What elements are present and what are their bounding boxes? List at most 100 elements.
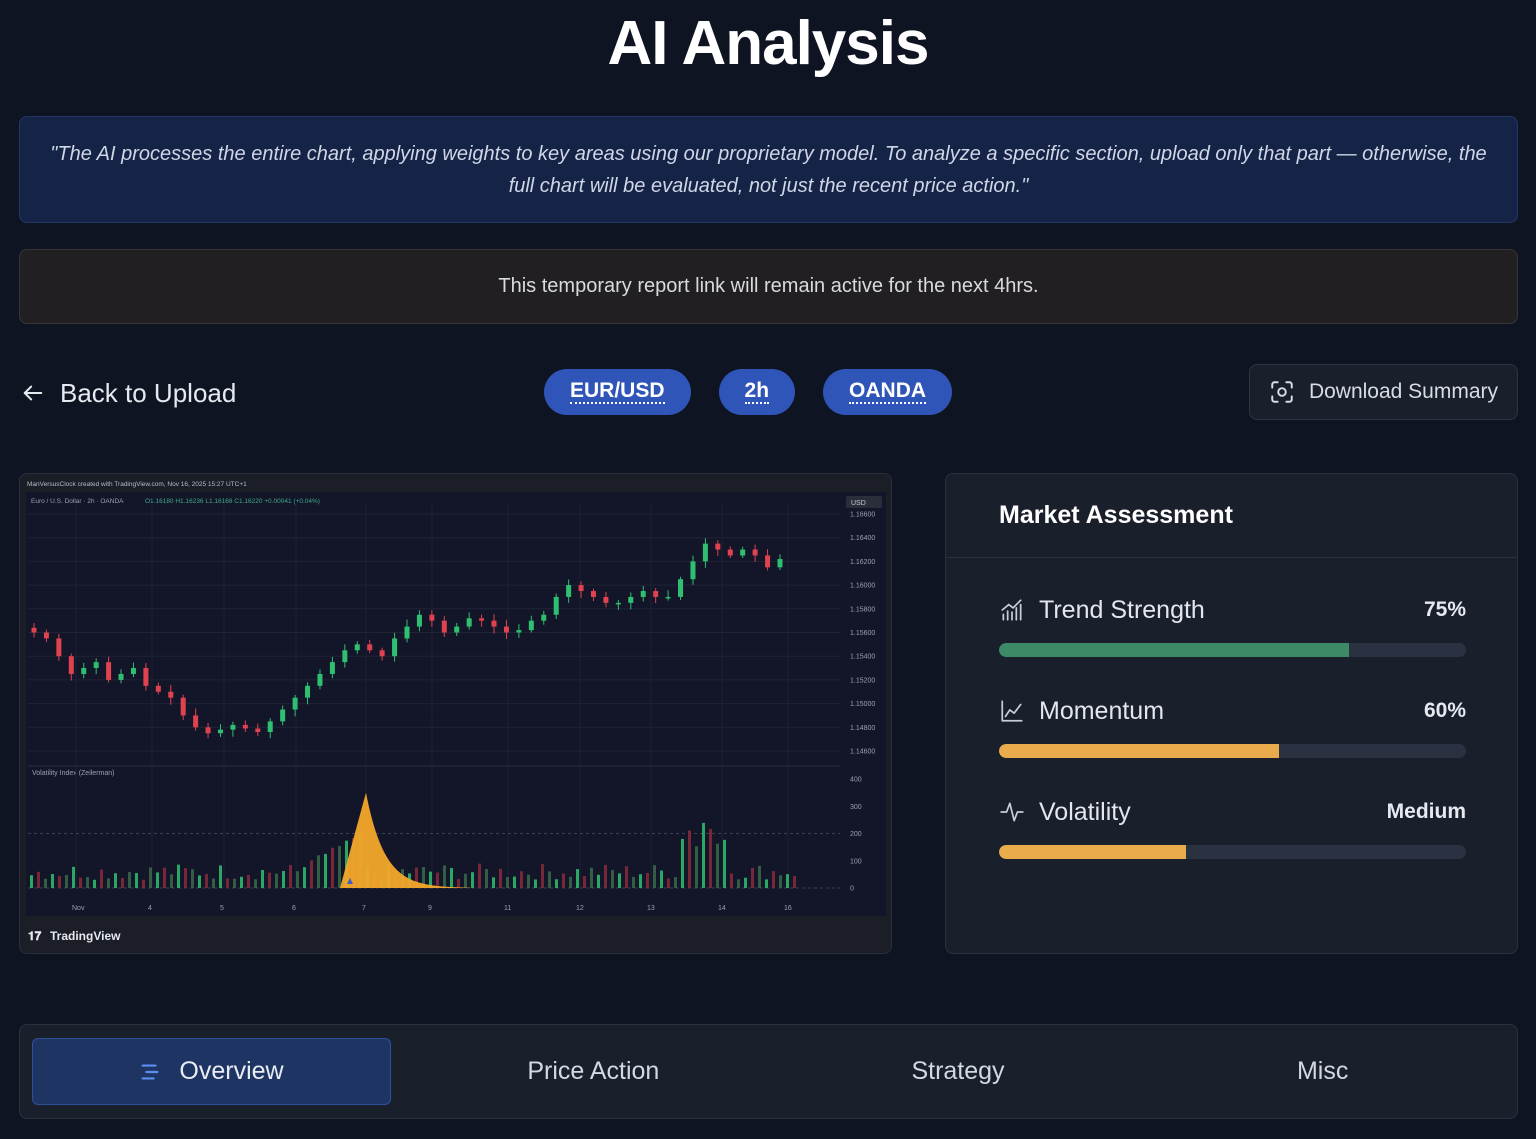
back-to-upload-link[interactable]: Back to Upload — [22, 376, 236, 410]
candle-body — [305, 685, 311, 698]
indicator-bar — [233, 878, 236, 888]
tab-misc[interactable]: Misc — [1140, 1038, 1505, 1105]
expiry-notice-text: This temporary report link will remain a… — [498, 275, 1039, 297]
candle-body — [392, 638, 398, 657]
x-tick-label: 9 — [428, 905, 432, 912]
indicator-bar — [142, 879, 145, 888]
indicator-bar — [779, 875, 782, 888]
indicator-bar — [625, 866, 628, 888]
tab-overview[interactable]: Overview — [32, 1038, 391, 1105]
candle-body — [292, 697, 298, 710]
candle-body — [31, 627, 37, 633]
indicator-bar — [261, 870, 264, 888]
indicator-bar — [611, 870, 614, 888]
price-tick-label: 1.15200 — [850, 677, 875, 684]
indicator-bar — [576, 869, 579, 888]
x-tick-label: Nov — [72, 905, 85, 912]
line-chart-icon — [1001, 700, 1023, 722]
broker-chip[interactable]: OANDA — [823, 369, 953, 415]
indicator-bar — [310, 860, 313, 888]
download-summary-button[interactable]: Download Summary — [1249, 364, 1518, 420]
indicator-bar — [471, 872, 474, 888]
indicator-bar — [268, 872, 271, 888]
indicator-bar — [709, 829, 712, 888]
metric-value: 75% — [1423, 598, 1466, 621]
indicator-bar — [51, 874, 54, 888]
candle-body — [665, 596, 671, 599]
expiry-notice: This temporary report link will remain a… — [19, 249, 1518, 324]
indicator-bar — [688, 830, 691, 888]
indicator-bar — [219, 865, 222, 888]
indicator-label: Volatility Index (Zeilerman) — [32, 770, 114, 777]
price-tick-label: 1.15800 — [850, 606, 875, 613]
tab-strategy-label: Strategy — [911, 1057, 1005, 1085]
indicator-bar — [597, 874, 600, 888]
indicator-bar — [303, 867, 306, 888]
candle-body — [43, 632, 49, 639]
indicator-bar — [702, 822, 705, 888]
indicator-bar — [79, 877, 82, 888]
indicator-bar — [198, 875, 201, 888]
indicator-bar — [191, 869, 194, 888]
candle-body — [93, 662, 99, 669]
bar-chart-icon — [1001, 599, 1022, 621]
indicator-bar — [58, 876, 61, 888]
candle-body — [118, 673, 124, 680]
indicator-bar — [758, 865, 761, 888]
tab-strategy[interactable]: Strategy — [776, 1038, 1141, 1105]
candle-body — [740, 549, 746, 556]
metric-trend-strength: Trend Strength 75% — [999, 595, 1466, 657]
indicator-bar — [751, 867, 754, 888]
indicator-bar — [436, 872, 439, 888]
chart-legend-text: Euro / U.S. Dollar · 2h · OANDA — [31, 498, 124, 505]
symbol-chip[interactable]: EUR/USD — [544, 369, 691, 415]
candle-body — [56, 638, 62, 657]
candle-body — [528, 620, 534, 631]
trend-strength-bar — [999, 643, 1466, 657]
candle-body — [678, 579, 684, 597]
momentum-bar-fill — [999, 744, 1280, 758]
indicator-bar — [72, 866, 75, 888]
price-tick-label: 1.16000 — [850, 583, 875, 590]
candle-body — [466, 618, 472, 627]
candle-body — [541, 614, 547, 621]
indicator-bar — [226, 878, 229, 888]
candle-body — [143, 668, 149, 686]
trend-strength-bar-fill — [999, 643, 1350, 657]
indicator-bar — [100, 869, 103, 888]
timeframe-chip[interactable]: 2h — [718, 369, 796, 415]
indicator-bar — [590, 867, 593, 888]
pulse-icon — [1000, 802, 1024, 822]
indicator-bar — [555, 879, 558, 888]
candle-body — [205, 727, 211, 734]
price-tick-label: 1.16400 — [850, 535, 875, 542]
candle-body — [168, 691, 174, 698]
page-title: AI Analysis — [607, 9, 930, 78]
candle-body — [106, 662, 112, 680]
indicator-bar — [170, 874, 173, 888]
indicator-bar — [240, 876, 243, 888]
candle-body — [777, 559, 783, 568]
x-tick-label: 14 — [718, 905, 726, 912]
indicator-bar — [723, 839, 726, 888]
indicator-bar — [37, 871, 40, 888]
indicator-bar — [646, 873, 649, 888]
indicator-bar — [485, 869, 488, 888]
candle-body — [280, 709, 286, 722]
candle-body — [193, 715, 199, 728]
chart-tags: EUR/USD 2h OANDA — [544, 369, 953, 415]
indicator-bar — [632, 876, 635, 888]
candle-body — [553, 596, 559, 615]
list-icon — [141, 1063, 159, 1080]
candle-body — [329, 662, 335, 674]
indicator-bar — [604, 864, 607, 888]
x-tick-label: 7 — [362, 905, 366, 912]
candle-body — [690, 561, 696, 580]
indicator-bar — [331, 847, 334, 888]
indicator-tick-label: 100 — [850, 858, 862, 865]
metric-momentum: Momentum 60% — [999, 696, 1466, 758]
indicator-bar — [513, 876, 516, 888]
tab-price-action[interactable]: Price Action — [411, 1038, 776, 1105]
indicator-bar — [457, 878, 460, 888]
candle-body — [566, 585, 572, 597]
